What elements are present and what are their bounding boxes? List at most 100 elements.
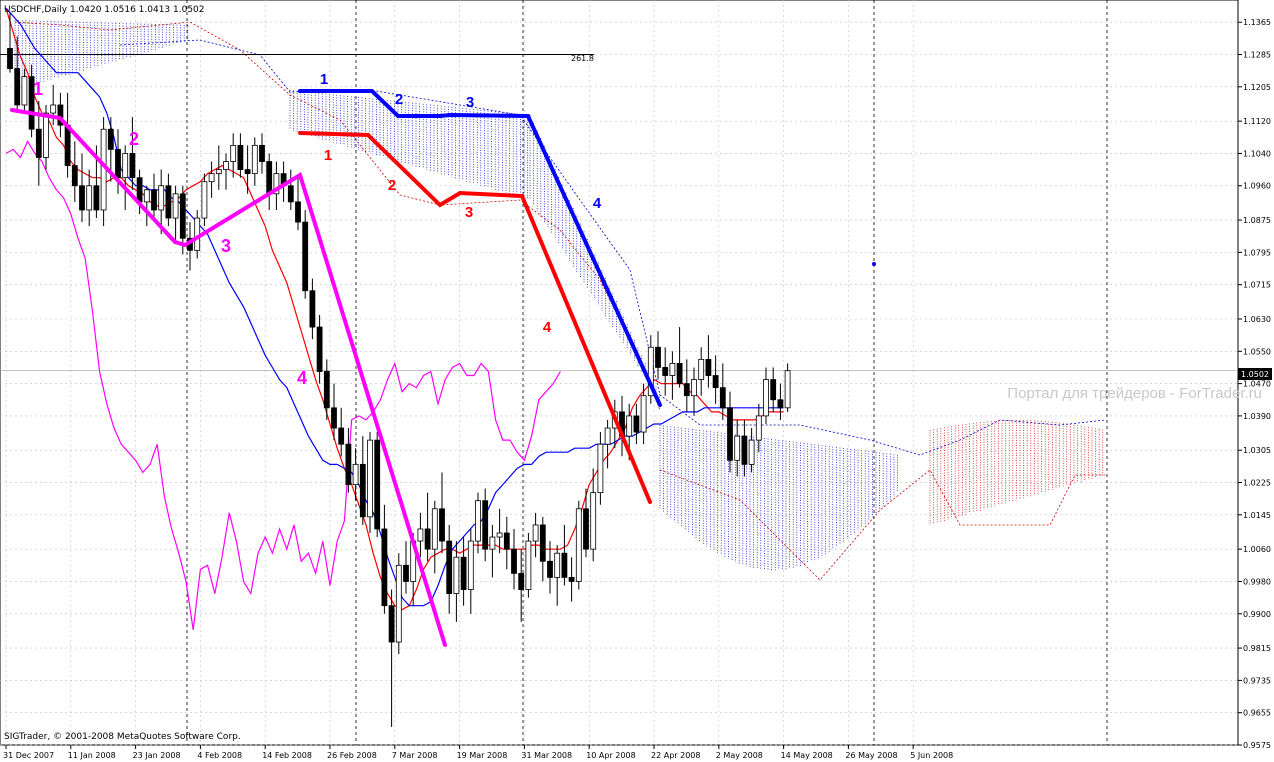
candle-body — [215, 169, 222, 175]
candle-body — [179, 193, 186, 239]
x-tick-label: 14 May 2008 — [781, 751, 833, 760]
y-tick-label: 1.0060 — [1243, 545, 1271, 554]
candle-body — [115, 149, 121, 179]
candle-body — [266, 161, 273, 195]
candle-body — [172, 193, 179, 219]
candle-body — [705, 358, 712, 376]
chart-window: 1 2 3 4 1 2 3 4 1 2 3 4 1.1365 1.1285 1.1205 1.1120 1.1… — [0, 0, 1274, 762]
candle-body — [71, 165, 78, 187]
candle-body — [496, 532, 503, 538]
x-tick-label: 2 May 2008 — [716, 751, 763, 760]
candle-body — [403, 564, 409, 582]
wave-label: 2 — [129, 129, 139, 149]
candle-body — [302, 221, 309, 292]
candle-body — [446, 540, 453, 594]
wave-label: 2 — [395, 91, 403, 108]
watermark: Портал для трейдеров - ForTrader.ru — [1007, 385, 1262, 402]
candle-body — [374, 439, 381, 530]
candle-body — [287, 185, 294, 203]
x-tick-label: 31 Mar 2008 — [521, 751, 572, 760]
candle-body — [503, 532, 510, 550]
candle-body — [295, 201, 301, 223]
candle-body — [683, 383, 690, 397]
candle-body — [331, 407, 337, 429]
x-tick-label: 14 Feb 2008 — [262, 751, 312, 760]
candle-body — [741, 435, 748, 465]
candle-body — [734, 435, 741, 461]
x-tick-label: 19 Mar 2008 — [457, 751, 508, 760]
y-tick-label: 1.0795 — [1243, 248, 1271, 257]
candle-body — [770, 379, 777, 401]
wave-label: 3 — [466, 94, 474, 111]
x-tick-label: 7 Mar 2008 — [392, 751, 438, 760]
y-tick-label: 0.9735 — [1243, 676, 1271, 685]
y-tick-label: 1.0630 — [1243, 315, 1271, 324]
fib-label: 261.8 — [571, 54, 594, 63]
candle-body — [431, 508, 438, 550]
candle-body — [251, 144, 258, 175]
y-tick-label: 0.9655 — [1243, 709, 1271, 718]
candle-body — [575, 508, 582, 582]
x-tick-label: 26 May 2008 — [845, 751, 897, 760]
candle-body — [129, 153, 136, 179]
candle-body — [727, 407, 733, 461]
candle-body — [626, 415, 633, 437]
candle-body — [143, 189, 150, 203]
candle-body — [511, 548, 517, 574]
candle-body — [244, 169, 251, 175]
y-tick-label: 1.1365 — [1243, 18, 1271, 27]
candle-body — [554, 552, 561, 578]
candle-body — [316, 326, 323, 372]
y-tick-label: 1.1040 — [1243, 149, 1271, 158]
candle-body — [676, 363, 683, 385]
candle-body — [50, 104, 57, 114]
x-tick-label: 11 Jan 2008 — [68, 751, 116, 760]
candle-body — [748, 439, 755, 465]
price-chart[interactable]: 1 2 3 4 1 2 3 4 1 2 3 4 1.1365 1.1285 1.1205 1.1120 1.1… — [0, 0, 1274, 762]
chart-header: USDCHF,Daily 1.0420 1.0516 1.0413 1.0502 — [4, 5, 205, 15]
x-tick-label: 31 Dec 2007 — [3, 751, 54, 760]
y-tick-label: 0.9575 — [1243, 741, 1271, 750]
x-tick-label: 23 Jan 2008 — [133, 751, 181, 760]
candle-body — [309, 290, 316, 328]
wave-label: 4 — [297, 368, 307, 388]
price-tag: 1.0502 — [1241, 370, 1269, 379]
y-tick-label: 1.0305 — [1243, 446, 1271, 455]
y-tick-label: 1.1120 — [1243, 117, 1271, 126]
candle-body — [698, 358, 705, 380]
candle-body — [777, 399, 784, 409]
x-tick-label: 22 Apr 2008 — [651, 751, 700, 760]
y-tick-label: 1.0875 — [1243, 216, 1271, 225]
wave-label: 4 — [543, 319, 552, 336]
candle-body — [223, 161, 229, 170]
candle-body — [597, 443, 604, 494]
candle-body — [547, 560, 553, 578]
candle-body — [86, 185, 93, 211]
candle-body — [359, 463, 366, 518]
candle-body — [475, 500, 481, 542]
candle-body — [655, 346, 661, 368]
candle-body — [35, 128, 42, 158]
candle-body — [561, 552, 568, 578]
x-tick-label: 26 Feb 2008 — [327, 751, 377, 760]
y-tick-label: 1.0715 — [1243, 281, 1271, 290]
candle-body — [417, 528, 424, 542]
candle-body — [338, 427, 345, 445]
candle-body — [21, 76, 28, 106]
candle-body — [489, 536, 496, 550]
candle-body — [755, 415, 762, 441]
candle-body — [7, 48, 13, 70]
wave-label: 3 — [465, 204, 473, 221]
candle-body — [583, 508, 589, 550]
wave-label: 1 — [320, 71, 328, 88]
candle-body — [719, 387, 726, 409]
candle-body — [590, 492, 597, 550]
y-tick-label: 1.0390 — [1243, 412, 1271, 421]
candle-body — [669, 363, 676, 376]
candle-body — [14, 68, 21, 106]
candle-body — [395, 564, 402, 643]
candle-body — [230, 144, 237, 162]
candle-body — [784, 370, 791, 409]
candle-body — [518, 572, 525, 590]
candle-body — [460, 556, 467, 590]
